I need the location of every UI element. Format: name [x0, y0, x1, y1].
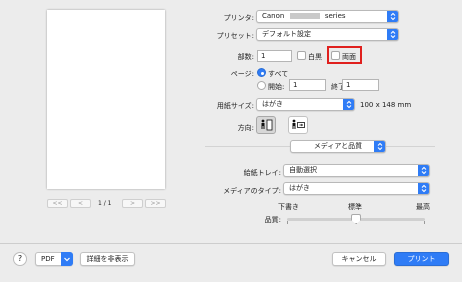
pages-all-radio[interactable]: [257, 68, 266, 77]
footer-separator: [0, 243, 462, 244]
chevron-down-icon: [61, 252, 73, 266]
pages-to-field[interactable]: 1: [342, 79, 379, 91]
bw-label: 白黒: [308, 53, 322, 61]
pdf-menu-button[interactable]: PDF: [35, 252, 73, 266]
next-page-button[interactable]: >: [122, 199, 143, 208]
page-indicator: 1 / 1: [98, 200, 112, 207]
bw-checkbox[interactable]: [297, 51, 306, 60]
hide-details-button[interactable]: 詳細を非表示: [80, 252, 135, 266]
media-type-value: はがき: [289, 184, 310, 192]
pages-from-label: 開始:: [268, 83, 285, 91]
preset-popup[interactable]: デフォルト設定: [256, 28, 399, 41]
updown-chevron-icon: [418, 165, 429, 176]
pages-all-label: すべて: [268, 70, 289, 78]
duplex-checkbox[interactable]: [331, 51, 340, 60]
paper-size-dims: 100 x 148 mm: [360, 101, 412, 109]
feed-label: 給紙トレイ:: [243, 169, 281, 177]
page-preview: [47, 10, 165, 189]
printer-model-redacted: [289, 13, 320, 19]
orientation-landscape-button[interactable]: [288, 116, 308, 134]
paper-size-label: 用紙サイズ:: [216, 102, 254, 110]
quality-tick-high: [424, 221, 425, 224]
cancel-button[interactable]: キャンセル: [332, 252, 386, 266]
paper-size-popup[interactable]: はがき: [256, 98, 355, 111]
updown-chevron-icon: [387, 29, 398, 40]
feed-popup[interactable]: 自動選択: [283, 164, 430, 177]
first-page-button[interactable]: <<: [47, 199, 68, 208]
updown-chevron-icon: [343, 99, 354, 110]
printer-series: series: [324, 12, 346, 20]
help-button[interactable]: ?: [13, 252, 27, 266]
orientation-label: 方向:: [237, 124, 254, 132]
quality-draft-label: 下書き: [278, 203, 299, 211]
pages-range-radio[interactable]: [257, 81, 266, 90]
preset-value: デフォルト設定: [262, 30, 311, 38]
quality-standard-label: 標準: [348, 203, 362, 211]
quality-slider-thumb[interactable]: [351, 214, 361, 224]
pages-from-field[interactable]: 1: [289, 79, 326, 91]
quality-tick-draft: [287, 221, 288, 224]
duplex-label: 両面: [342, 53, 356, 61]
feed-value: 自動選択: [289, 166, 317, 174]
printer-popup[interactable]: Canon series: [256, 10, 399, 23]
section-value: メディアと品質: [313, 142, 363, 150]
updown-chevron-icon: [374, 141, 385, 152]
print-button[interactable]: プリント: [394, 252, 449, 266]
last-page-button[interactable]: >>: [145, 199, 166, 208]
pages-label: ページ:: [230, 70, 254, 78]
section-popup[interactable]: メディアと品質: [290, 140, 386, 153]
paper-size-value: はがき: [262, 100, 283, 108]
updown-chevron-icon: [418, 183, 429, 194]
copies-label: 部数:: [237, 53, 254, 61]
printer-name: Canon: [262, 12, 285, 20]
media-type-label: メディアのタイプ:: [223, 187, 281, 195]
quality-high-label: 最高: [416, 203, 430, 211]
media-type-popup[interactable]: はがき: [283, 182, 430, 195]
preset-label: プリセット:: [216, 32, 254, 40]
quality-label: 品質:: [264, 216, 281, 224]
previous-page-button[interactable]: <: [70, 199, 91, 208]
copies-field[interactable]: 1: [257, 50, 292, 62]
updown-chevron-icon: [387, 11, 398, 22]
pdf-label: PDF: [41, 255, 55, 263]
orientation-portrait-button[interactable]: [256, 116, 276, 134]
landscape-person-icon: [292, 119, 305, 129]
portrait-person-icon: [261, 119, 273, 131]
quality-slider-track[interactable]: [287, 214, 425, 224]
printer-label: プリンタ:: [223, 14, 254, 22]
